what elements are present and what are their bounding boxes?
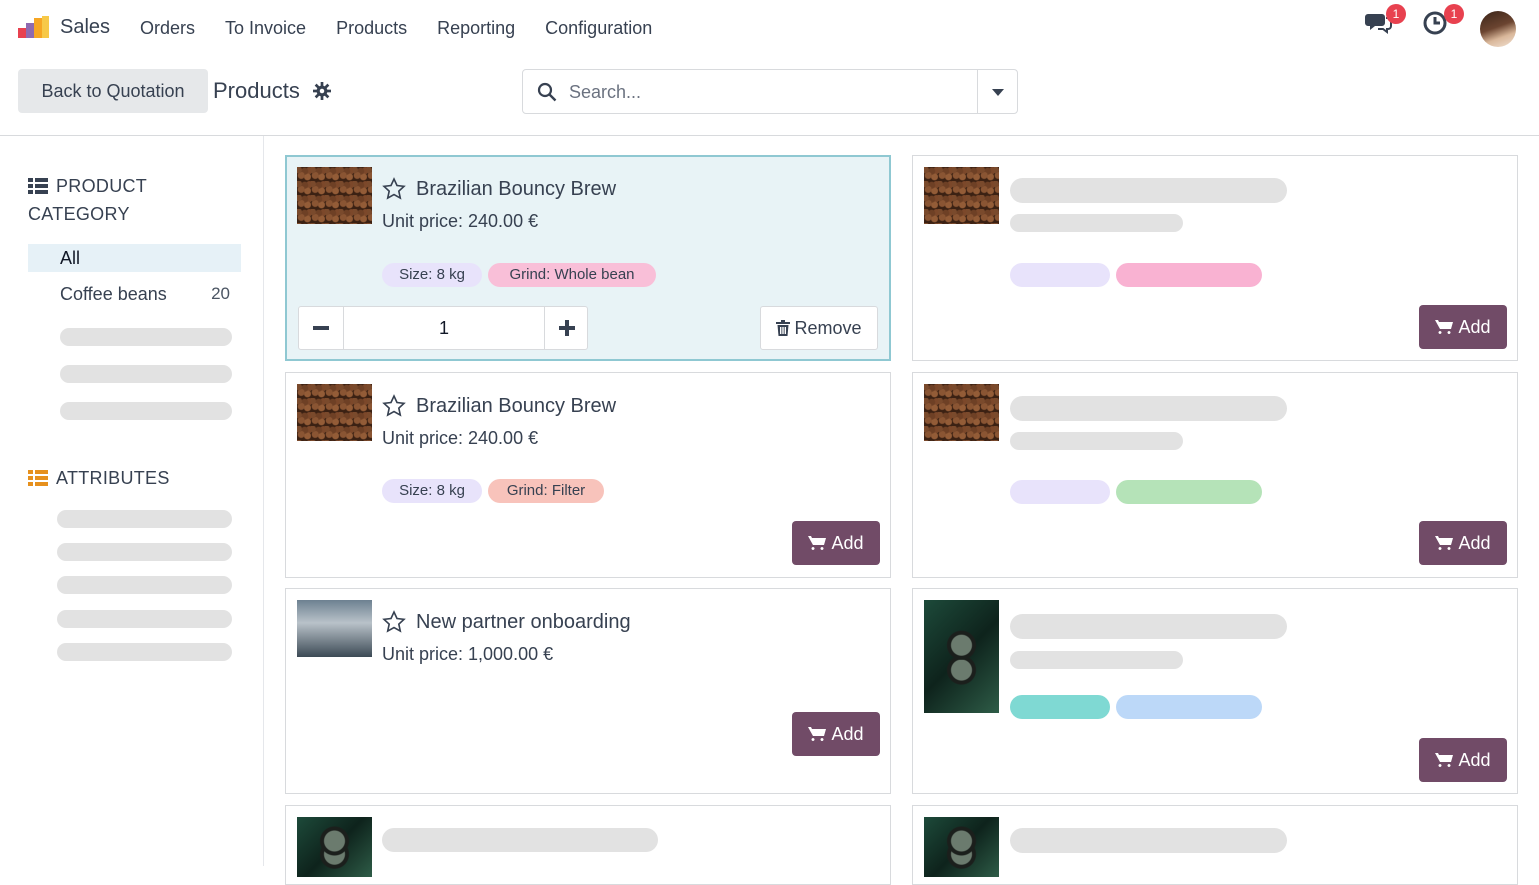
app-name[interactable]: Sales [60, 16, 110, 39]
loading-placeholder [1010, 651, 1183, 669]
product-price: Unit price: 240.00 € [382, 428, 539, 448]
loading-placeholder [1116, 263, 1262, 287]
loading-placeholder [57, 610, 232, 628]
product-image [924, 167, 999, 224]
loading-placeholder [57, 510, 232, 528]
product-image [297, 167, 372, 224]
user-avatar[interactable] [1480, 11, 1516, 47]
loading-placeholder [1010, 396, 1287, 421]
category-coffee-beans[interactable]: Coffee beans 20 [60, 284, 230, 305]
attributes-list-icon [28, 470, 48, 486]
remove-button[interactable]: Remove [760, 306, 878, 350]
quantity-input[interactable]: 1 [343, 307, 545, 349]
category-count: 20 [211, 284, 230, 303]
product-image [297, 384, 372, 441]
star-icon[interactable] [382, 394, 406, 418]
loading-placeholder [1010, 480, 1110, 504]
search-input[interactable] [569, 78, 969, 106]
product-image [924, 384, 999, 441]
loading-placeholder [1116, 480, 1262, 504]
sales-app-icon[interactable] [18, 16, 50, 40]
product-card-selected[interactable]: Brazilian Bouncy Brew Unit price: 240.00… [285, 155, 891, 361]
add-button[interactable]: Add [1419, 521, 1507, 565]
quantity-stepper: 1 [298, 306, 588, 350]
attributes-heading: ATTRIBUTES [28, 464, 170, 492]
trash-icon [776, 320, 791, 336]
activities-clock-icon[interactable]: 1 [1422, 4, 1464, 38]
loading-placeholder [1116, 695, 1262, 719]
top-navbar: Sales Orders To Invoice Products Reporti… [0, 0, 1539, 56]
category-all[interactable]: All [28, 244, 241, 272]
menu-orders[interactable]: Orders [140, 18, 195, 39]
attribute-tag-grind: Grind: Filter [488, 479, 604, 503]
product-name: New partner onboarding [416, 611, 631, 633]
product-price: Unit price: 240.00 € [382, 211, 539, 231]
add-button[interactable]: Add [792, 521, 880, 565]
product-card[interactable]: New partner onboarding Unit price: 1,000… [285, 588, 891, 794]
increase-quantity-button[interactable] [545, 307, 589, 349]
product-price: Unit price: 1,000.00 € [382, 644, 554, 664]
search-options-toggle[interactable] [977, 70, 1017, 113]
loading-placeholder [1010, 178, 1287, 203]
back-to-quotation-button[interactable]: Back to Quotation [18, 69, 208, 113]
list-icon [28, 178, 48, 194]
add-button[interactable]: Add [1419, 305, 1507, 349]
main-menu: Orders To Invoice Products Reporting Con… [140, 18, 682, 39]
search-bar [522, 69, 1018, 114]
search-icon[interactable] [537, 82, 557, 102]
star-icon[interactable] [382, 177, 406, 201]
plus-icon [559, 320, 575, 336]
attribute-tag-size: Size: 8 kg [382, 263, 482, 287]
page-title: Products [213, 78, 300, 103]
loading-placeholder [57, 643, 232, 661]
cart-icon [808, 727, 827, 741]
menu-to-invoice[interactable]: To Invoice [225, 18, 306, 39]
product-card-loading [912, 805, 1518, 885]
messages-icon[interactable]: 1 [1364, 4, 1406, 38]
attribute-tag-grind: Grind: Whole bean [488, 263, 656, 287]
loading-placeholder [382, 828, 658, 852]
product-card-loading: Add [912, 588, 1518, 794]
cart-icon [1435, 536, 1454, 550]
add-button[interactable]: Add [1419, 738, 1507, 782]
product-name: Brazilian Bouncy Brew [416, 178, 617, 200]
gear-icon[interactable] [313, 82, 331, 100]
loading-placeholder [57, 576, 232, 594]
product-category-heading: PRODUCT CATEGORY [28, 176, 148, 224]
loading-placeholder [60, 328, 232, 346]
product-image [297, 817, 372, 877]
menu-configuration[interactable]: Configuration [545, 18, 652, 39]
loading-placeholder [1010, 695, 1110, 719]
add-button[interactable]: Add [792, 712, 880, 756]
product-card-loading [285, 805, 891, 885]
messages-badge: 1 [1386, 4, 1406, 24]
attribute-tag-size: Size: 8 kg [382, 479, 482, 503]
product-card-loading: Add [912, 155, 1518, 361]
product-card[interactable]: Brazilian Bouncy Brew Unit price: 240.00… [285, 372, 891, 578]
menu-reporting[interactable]: Reporting [437, 18, 515, 39]
chevron-down-icon [992, 89, 1004, 96]
product-image [924, 817, 999, 877]
product-name: Brazilian Bouncy Brew [416, 395, 617, 417]
minus-icon [313, 326, 329, 330]
loading-placeholder [1010, 263, 1110, 287]
loading-placeholder [1010, 614, 1287, 639]
menu-products[interactable]: Products [336, 18, 407, 39]
star-icon[interactable] [382, 610, 406, 634]
cart-icon [1435, 753, 1454, 767]
product-card-loading: Add [912, 372, 1518, 578]
loading-placeholder [1010, 432, 1183, 450]
loading-placeholder [1010, 214, 1183, 232]
loading-placeholder [57, 543, 232, 561]
cart-icon [808, 536, 827, 550]
loading-placeholder [1010, 828, 1287, 853]
filter-sidebar: PRODUCT CATEGORY All Coffee beans 20 ATT… [0, 136, 264, 866]
loading-placeholder [60, 365, 232, 383]
product-image [924, 600, 999, 713]
product-image [297, 600, 372, 657]
decrease-quantity-button[interactable] [299, 307, 343, 349]
loading-placeholder [60, 402, 232, 420]
cart-icon [1435, 320, 1454, 334]
activities-badge: 1 [1444, 4, 1464, 24]
